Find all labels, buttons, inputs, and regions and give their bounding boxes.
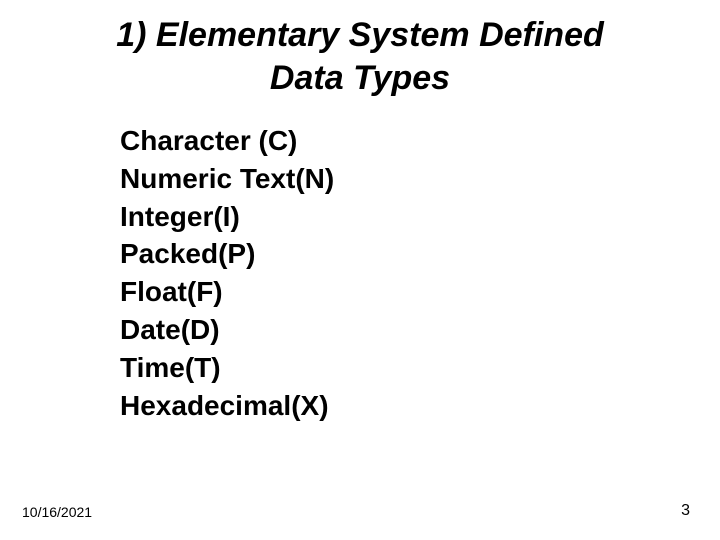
list-item: Character (C) [120,122,334,160]
list-item: Hexadecimal(X) [120,387,334,425]
list-item: Time(T) [120,349,334,387]
list-item: Float(F) [120,273,334,311]
slide: 1) Elementary System Defined Data Types … [0,0,720,540]
list-item: Packed(P) [120,235,334,273]
slide-title: 1) Elementary System Defined Data Types [0,0,720,99]
title-line-1: 1) Elementary System Defined [0,14,720,57]
footer-page-number: 3 [681,502,690,520]
slide-body: Character (C) Numeric Text(N) Integer(I)… [120,122,334,424]
footer-date: 10/16/2021 [22,504,92,520]
list-item: Date(D) [120,311,334,349]
list-item: Integer(I) [120,198,334,236]
list-item: Numeric Text(N) [120,160,334,198]
title-line-2: Data Types [0,57,720,100]
